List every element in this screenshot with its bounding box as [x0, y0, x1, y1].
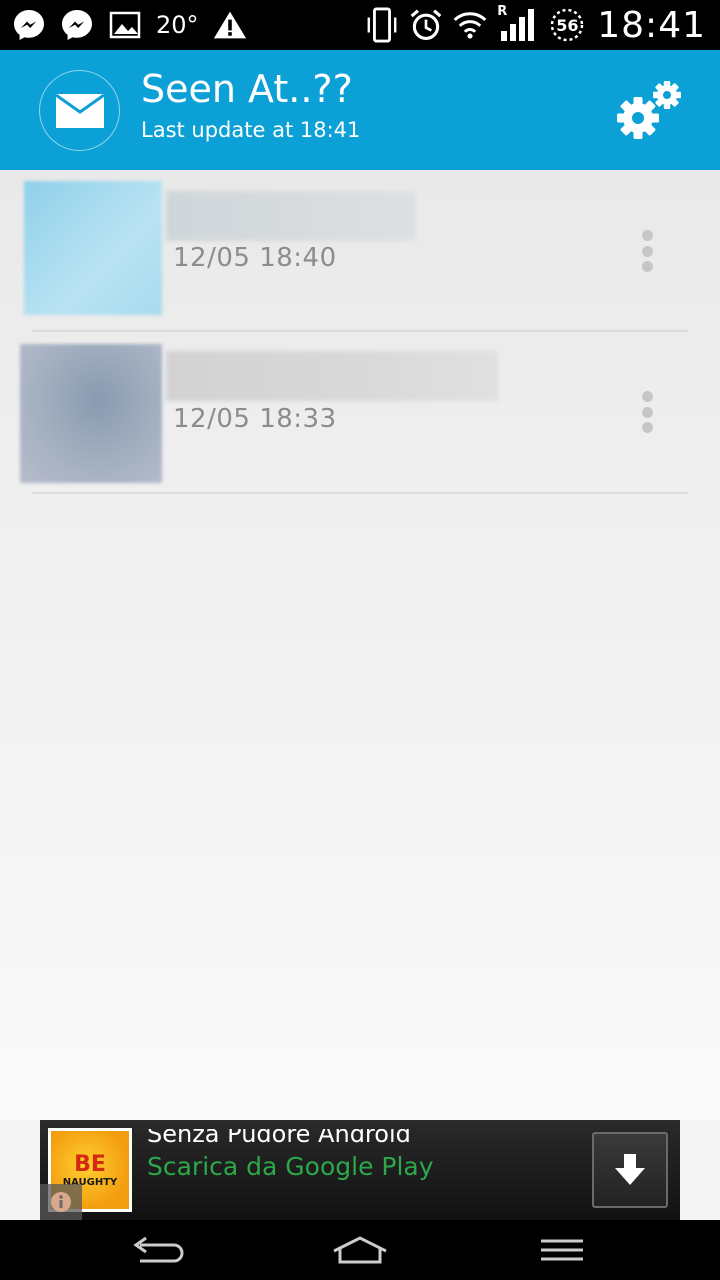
warning-icon [213, 8, 247, 42]
app-header: Seen At..?? Last update at 18:41 [0, 50, 720, 170]
envelope-icon [39, 70, 120, 151]
battery-icon: 56 [547, 8, 587, 42]
vibrate-icon [365, 7, 399, 43]
divider [32, 492, 688, 494]
temperature-text: 20° [156, 11, 199, 39]
home-button[interactable] [320, 1228, 400, 1272]
gears-icon [617, 81, 681, 139]
status-time: 18:41 [597, 4, 706, 46]
settings-button[interactable] [612, 78, 688, 144]
overflow-menu-icon[interactable] [632, 389, 662, 435]
list-item[interactable]: 12/05 18:40 [0, 170, 720, 330]
overflow-menu-icon[interactable] [632, 228, 662, 274]
avatar [24, 181, 162, 315]
ad-subtitle: Scarica da Google Play [147, 1152, 434, 1181]
contact-name-blurred [166, 191, 416, 241]
info-icon[interactable] [40, 1184, 82, 1220]
status-bar-notifications: 20° [12, 8, 247, 42]
home-icon [333, 1236, 387, 1264]
wifi-icon [453, 8, 487, 42]
seen-timestamp: 12/05 18:40 [173, 243, 337, 273]
contact-name-blurred [166, 351, 498, 401]
status-bar-system: R 56 18:41 [365, 4, 706, 46]
alarm-icon [409, 8, 443, 42]
download-arrow-icon [615, 1154, 645, 1185]
seen-timestamp: 12/05 18:33 [173, 404, 337, 434]
battery-level: 56 [556, 16, 579, 35]
back-button[interactable] [118, 1228, 198, 1272]
contact-list: 12/05 18:40 12/05 18:33 [0, 170, 720, 1120]
messenger-icon [60, 8, 94, 42]
menu-icon [541, 1239, 583, 1261]
app-title: Seen At..?? [141, 67, 353, 111]
back-icon [133, 1236, 184, 1263]
roaming-label: R [497, 4, 508, 19]
avatar [20, 344, 162, 483]
menu-button[interactable] [522, 1228, 602, 1272]
download-button[interactable] [592, 1132, 668, 1208]
status-bar: 20° R 56 18:41 [0, 0, 720, 50]
ad-title: Senza Pudore Android [147, 1120, 411, 1148]
ad-logo-text: BE [74, 1152, 106, 1177]
signal-icon: R [497, 4, 537, 42]
gallery-icon [108, 8, 142, 42]
messenger-icon [12, 8, 46, 42]
navigation-bar [0, 1220, 720, 1280]
list-item[interactable]: 12/05 18:33 [0, 332, 720, 492]
last-update-text: Last update at 18:41 [141, 118, 361, 142]
ad-banner[interactable]: BE NAUGHTY Senza Pudore Android Scarica … [40, 1120, 680, 1220]
